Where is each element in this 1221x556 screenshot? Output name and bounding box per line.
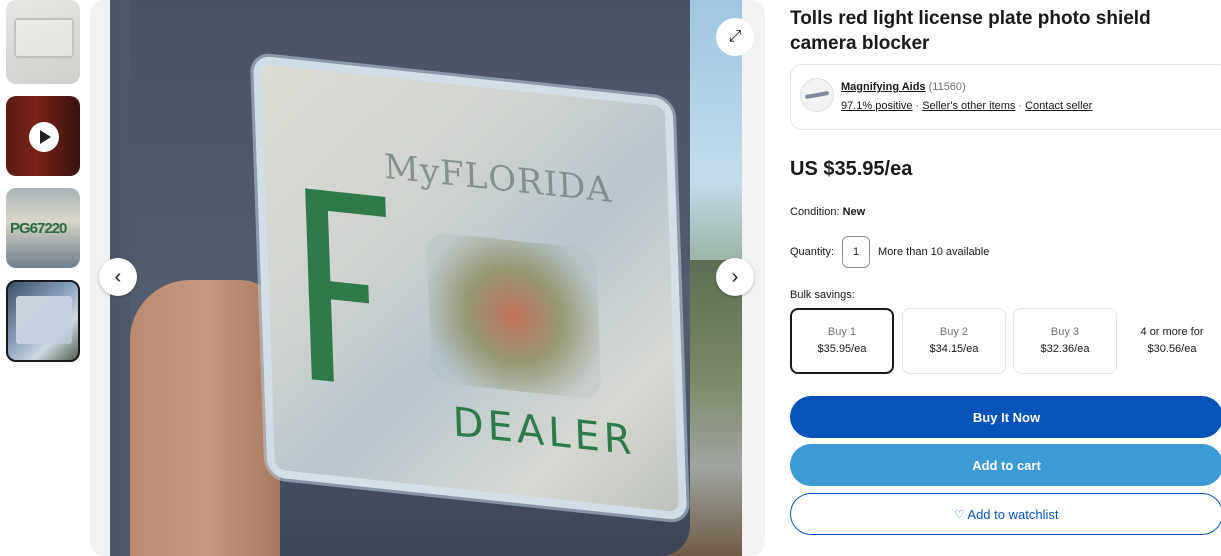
- thumbnail-2-video[interactable]: [6, 96, 80, 176]
- bulk-option-4-or-more[interactable]: 4 or more for $30.56/ea: [1124, 308, 1220, 374]
- add-to-cart-button[interactable]: Add to cart: [790, 444, 1221, 486]
- add-to-watchlist-button[interactable]: ♡ Add to watchlist: [790, 493, 1221, 535]
- thumbnail-4-selected[interactable]: [6, 280, 80, 362]
- thumbnail-plate-text: PG67220: [10, 220, 67, 237]
- bulk-option-buy-1[interactable]: Buy 1 $35.95/ea: [790, 308, 894, 374]
- plate-graphic: [426, 231, 602, 400]
- quantity-row: Quantity: 1 More than 10 available: [790, 236, 989, 268]
- bulk-qty: 4 or more for: [1140, 326, 1204, 338]
- expand-image-button[interactable]: ⤢: [716, 18, 754, 56]
- thumbnail-plate-image: [14, 18, 74, 58]
- thumbnail-plate-image: [16, 296, 72, 344]
- contact-seller-link[interactable]: Contact seller: [1025, 100, 1092, 112]
- bulk-qty: Buy 3: [1050, 326, 1080, 338]
- condition: Condition: New: [790, 206, 865, 218]
- separator: ·: [1018, 100, 1023, 112]
- plate-dealer-text: DEALER: [451, 399, 637, 465]
- buy-it-now-button[interactable]: Buy It Now: [790, 396, 1221, 438]
- condition-value: New: [842, 206, 866, 218]
- seller-name-row: Magnifying Aids (11560): [841, 81, 966, 93]
- photo-hand: [130, 280, 280, 556]
- chevron-right-icon: ›: [731, 265, 739, 288]
- bulk-price: $32.36/ea: [1040, 343, 1090, 355]
- seller-feedback-count: (11560): [928, 81, 966, 93]
- bulk-price: $30.56/ea: [1147, 343, 1197, 355]
- seller-name-link[interactable]: Magnifying Aids: [841, 81, 926, 93]
- bulk-price: $34.15/ea: [929, 343, 979, 355]
- seller-links: 97.1% positive · Seller's other items · Cont…: [841, 100, 1092, 112]
- seller-positive-link[interactable]: 97.1% positive: [841, 100, 913, 112]
- listing-title: Tolls red light license plate photo shie…: [790, 8, 1151, 54]
- bulk-qty: Buy 1: [827, 326, 857, 338]
- product-photo: MyFLORIDA DEALER: [110, 0, 742, 556]
- heart-icon: ♡: [954, 508, 965, 521]
- price: US $35.95/ea: [790, 158, 913, 180]
- bulk-price: $35.95/ea: [817, 343, 867, 355]
- thumbnail-1[interactable]: [6, 0, 80, 84]
- play-icon: [29, 122, 59, 152]
- condition-label: Condition:: [790, 206, 840, 218]
- main-product-image[interactable]: MyFLORIDA DEALER: [90, 0, 765, 556]
- plate-state-text: MyFLORIDA: [383, 146, 613, 212]
- separator: ·: [915, 100, 920, 112]
- next-image-button[interactable]: ›: [716, 258, 754, 296]
- seller-card: Magnifying Aids (11560) 97.1% positive · S…: [790, 64, 1221, 130]
- seller-avatar[interactable]: [800, 78, 834, 112]
- bulk-savings-label: Bulk savings:: [790, 289, 855, 301]
- bulk-qty: Buy 2: [939, 326, 969, 338]
- bulk-option-buy-2[interactable]: Buy 2 $34.15/ea: [902, 308, 1006, 374]
- seller-other-items-link[interactable]: Seller's other items: [922, 100, 1015, 112]
- quantity-input[interactable]: 1: [842, 236, 871, 268]
- chevron-left-icon: ‹: [114, 265, 122, 288]
- bulk-option-buy-3[interactable]: Buy 3 $32.36/ea: [1013, 308, 1117, 374]
- previous-image-button[interactable]: ‹: [99, 258, 137, 296]
- availability-text: More than 10 available: [878, 246, 990, 258]
- quantity-label: Quantity:: [790, 246, 835, 258]
- watchlist-label: Add to watchlist: [967, 506, 1059, 522]
- photo-license-plate: MyFLORIDA DEALER: [252, 54, 688, 522]
- expand-icon: ⤢: [728, 28, 742, 45]
- thumbnail-3[interactable]: PG67220: [6, 188, 80, 268]
